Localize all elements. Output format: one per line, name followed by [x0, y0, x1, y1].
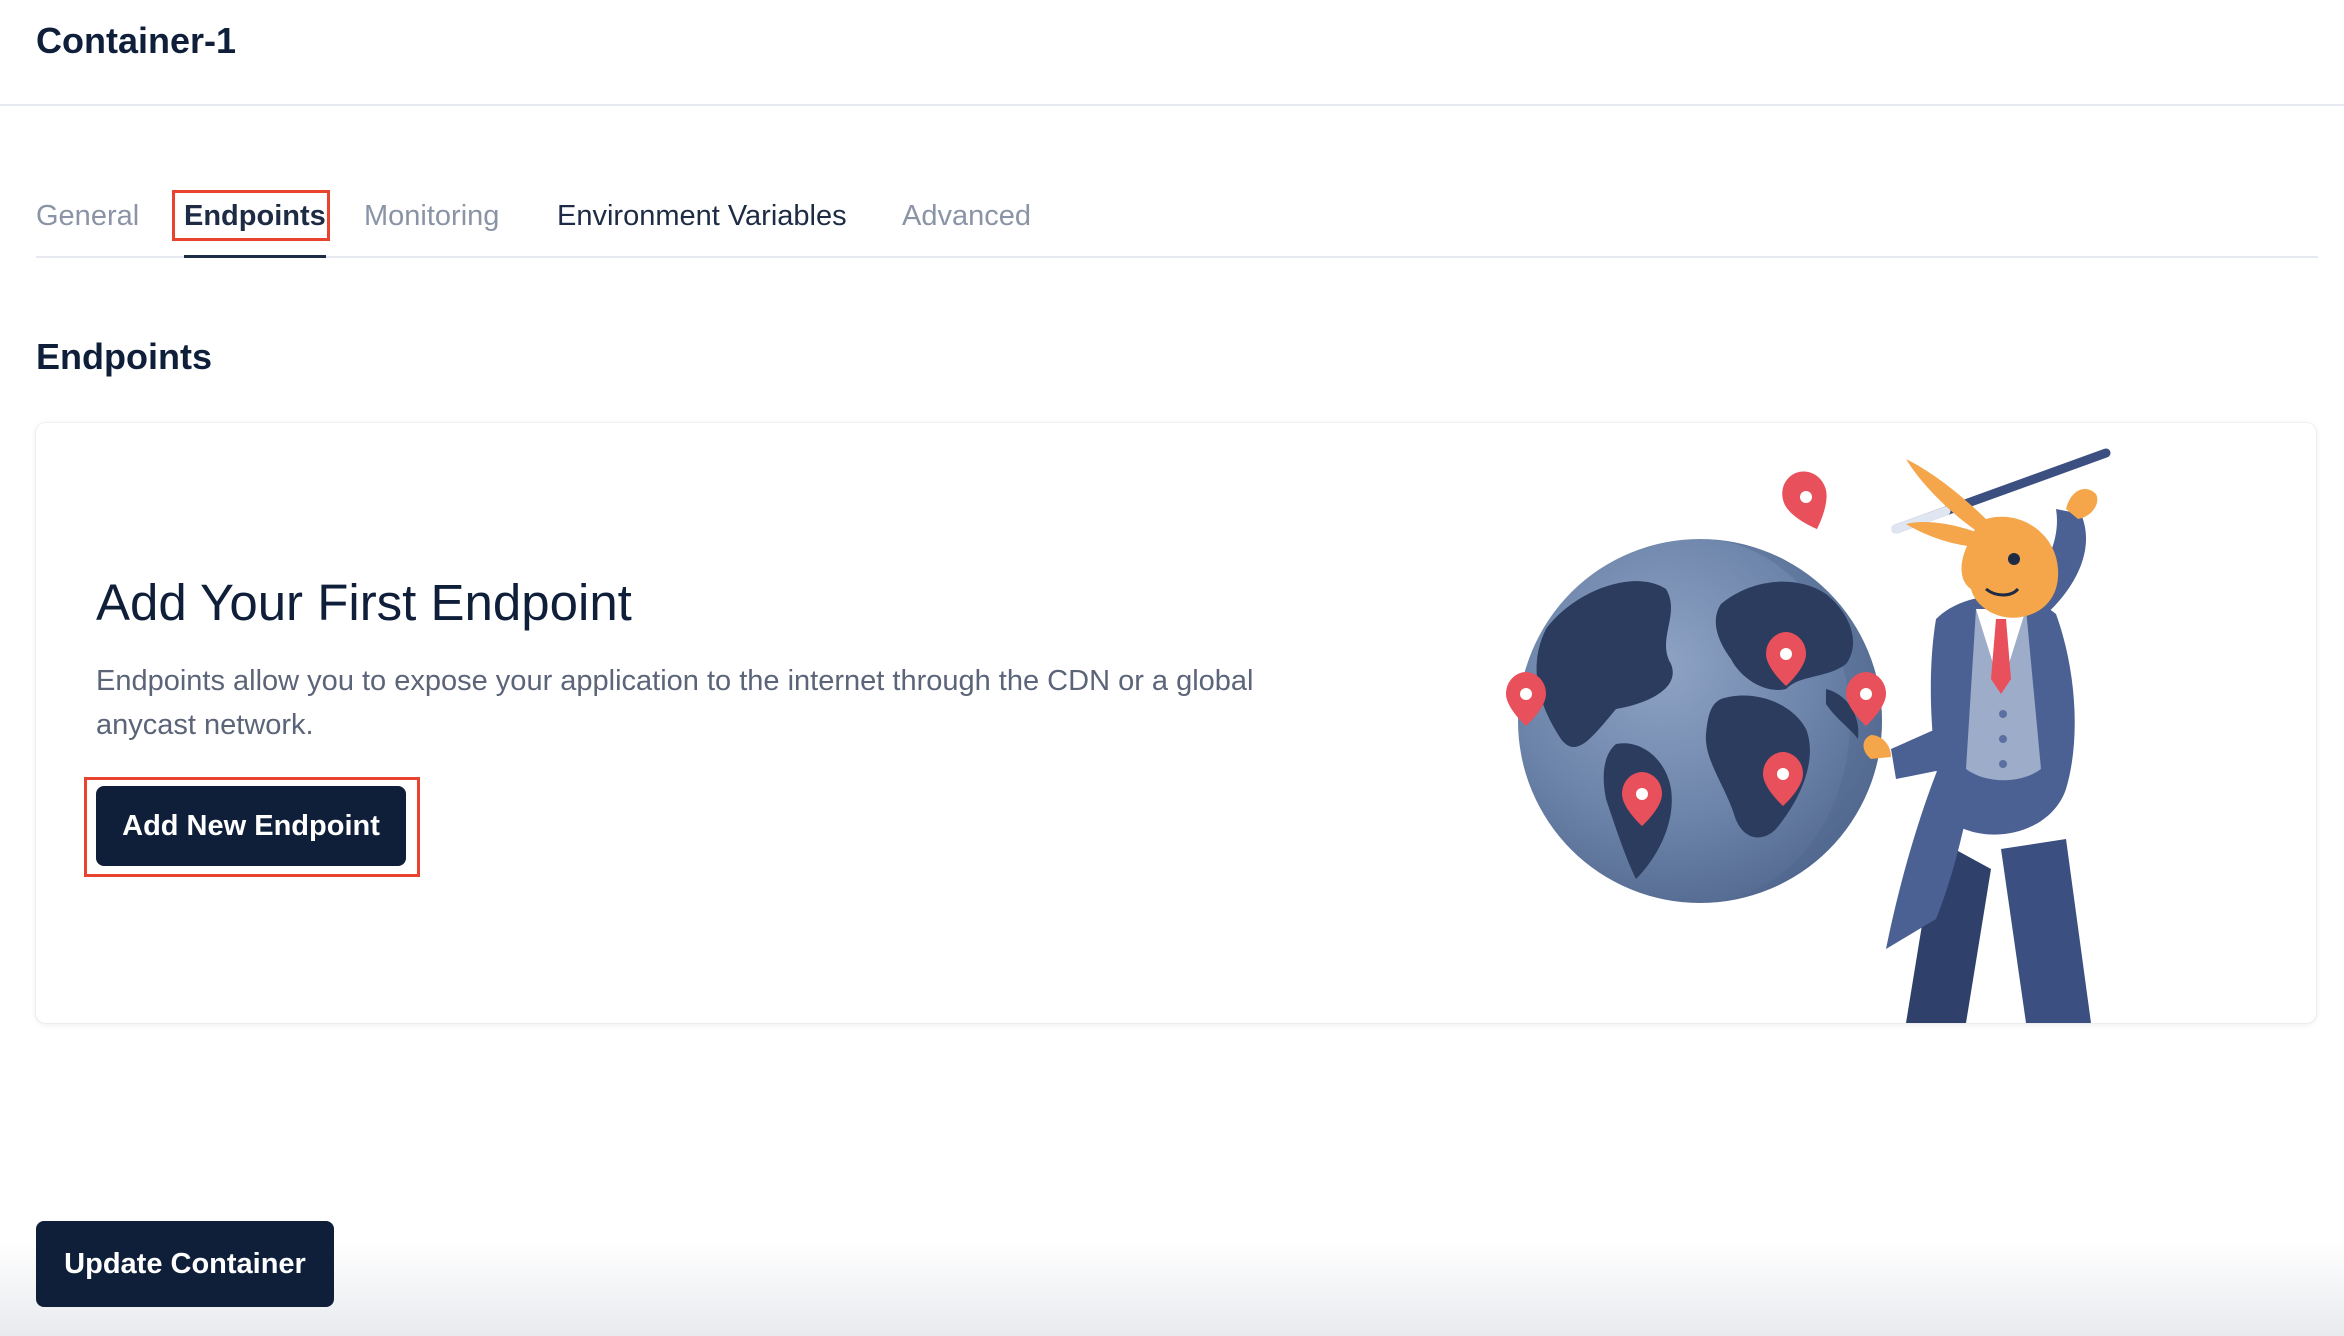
section-title: Endpoints: [36, 336, 212, 377]
empty-state-heading: Add Your First Endpoint: [96, 574, 632, 631]
tab-advanced[interactable]: Advanced: [902, 190, 1031, 256]
empty-state-description: Endpoints allow you to expose your appli…: [96, 665, 1254, 741]
add-new-endpoint-button[interactable]: Add New Endpoint: [96, 786, 406, 866]
globe-icon: [1506, 539, 1886, 903]
mascot-globe-illustration: [1506, 448, 2111, 1023]
tab-bar: General Endpoints Monitoring Environment…: [36, 190, 2318, 258]
bottom-fade: [0, 1240, 2344, 1336]
highlight-box-endpoints-tab: [172, 190, 330, 241]
tab-environment-variables[interactable]: Environment Variables: [557, 190, 847, 256]
empty-state-card: Add Your First Endpoint Endpoints allow …: [36, 423, 2316, 1023]
rabbit-mascot-icon: [1863, 448, 2111, 1023]
container-title: Container-1: [36, 20, 237, 61]
top-bar: Container-1: [0, 0, 2344, 106]
tab-general[interactable]: General: [36, 190, 139, 256]
update-container-button[interactable]: Update Container: [36, 1221, 334, 1307]
tab-monitoring[interactable]: Monitoring: [364, 190, 499, 256]
